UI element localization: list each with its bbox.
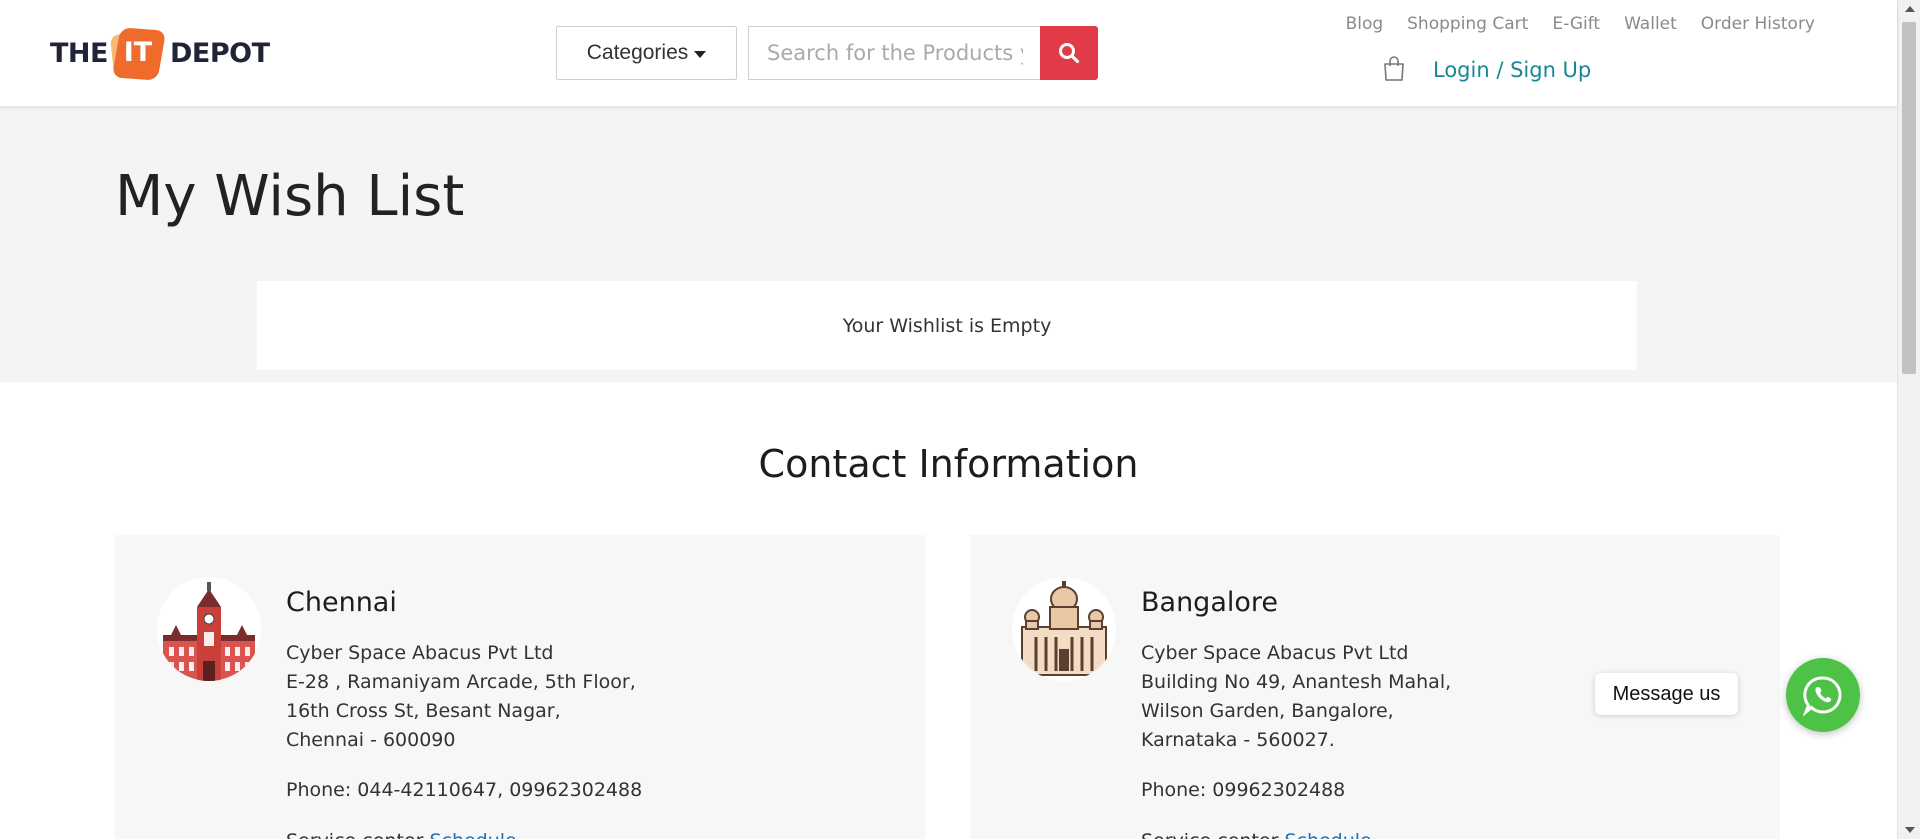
- wishlist-empty-message: Your Wishlist is Empty: [842, 314, 1052, 337]
- bangalore-palace-icon: [1012, 577, 1116, 681]
- card-phone: Phone: 09962302488: [1141, 779, 1346, 801]
- search-input[interactable]: [748, 26, 1041, 80]
- scroll-down-arrow-icon[interactable]: [1905, 827, 1915, 833]
- site-logo[interactable]: THE IT DEPOT: [50, 26, 270, 81]
- logo-word-the: THE: [50, 37, 108, 69]
- whatsapp-button[interactable]: [1786, 658, 1860, 732]
- top-nav: Blog Shopping Cart E-Gift Wallet Order H…: [1346, 14, 1815, 34]
- logo-word-depot: DEPOT: [169, 37, 270, 69]
- nav-blog[interactable]: Blog: [1346, 14, 1384, 34]
- nav-order-history[interactable]: Order History: [1701, 14, 1815, 34]
- contact-heading: Contact Information: [758, 442, 1139, 486]
- chennai-building-icon: [157, 577, 261, 681]
- card-city-name: Bangalore: [1141, 587, 1279, 618]
- service-prefix: Service center: [1141, 830, 1278, 839]
- logo-badge-text: IT: [123, 37, 153, 68]
- address-line-3: Chennai - 600090: [286, 729, 456, 751]
- wishlist-empty-box: Your Wishlist is Empty: [257, 281, 1637, 370]
- message-us-bubble[interactable]: Message us: [1595, 673, 1738, 715]
- card-address: Cyber Space Abacus Pvt Ltd Building No 4…: [1141, 639, 1451, 755]
- nav-e-gift[interactable]: E-Gift: [1552, 14, 1600, 34]
- categories-dropdown[interactable]: Categories: [556, 26, 737, 80]
- nav-shopping-cart[interactable]: Shopping Cart: [1407, 14, 1528, 34]
- page-title: My Wish List: [115, 164, 465, 229]
- card-phone: Phone: 044-42110647, 09962302488: [286, 779, 643, 801]
- address-line-2: 16th Cross St, Besant Nagar,: [286, 700, 561, 722]
- categories-label: Categories: [586, 41, 689, 64]
- wishlist-section: My Wish List Your Wishlist is Empty: [0, 106, 1897, 382]
- login-signup-link[interactable]: Login / Sign Up: [1433, 58, 1591, 82]
- card-service-line: Service center Schedule: [1141, 830, 1372, 839]
- caret-down-icon: [694, 50, 707, 58]
- card-city-name: Chennai: [286, 587, 397, 618]
- site-header: THE IT DEPOT Categories Blog Shopping Ca…: [0, 0, 1897, 106]
- scrollbar-thumb[interactable]: [1902, 22, 1916, 374]
- cart-icon[interactable]: [1382, 56, 1406, 82]
- card-address: Cyber Space Abacus Pvt Ltd E-28 , Ramani…: [286, 639, 636, 755]
- page-scrollbar[interactable]: [1897, 0, 1920, 839]
- service-prefix: Service center: [286, 830, 423, 839]
- nav-wallet[interactable]: Wallet: [1624, 14, 1677, 34]
- address-company: Cyber Space Abacus Pvt Ltd: [1141, 642, 1409, 664]
- address-line-3: Karnataka - 560027.: [1141, 729, 1335, 751]
- logo-badge: IT: [109, 27, 167, 81]
- address-company: Cyber Space Abacus Pvt Ltd: [286, 642, 554, 664]
- address-line-1: Building No 49, Anantesh Mahal,: [1141, 671, 1452, 693]
- address-line-1: E-28 , Ramaniyam Arcade, 5th Floor,: [286, 671, 636, 693]
- scroll-up-arrow-icon[interactable]: [1905, 6, 1915, 12]
- address-line-2: Wilson Garden, Bangalore,: [1141, 700, 1394, 722]
- search-icon: [1059, 43, 1080, 64]
- schedule-link[interactable]: Schedule: [1284, 830, 1371, 839]
- card-service-line: Service center Schedule: [286, 830, 517, 839]
- whatsapp-icon: [1802, 676, 1842, 716]
- message-us-label: Message us: [1612, 682, 1721, 705]
- search-button[interactable]: [1040, 26, 1098, 80]
- contact-card-chennai: Chennai Cyber Space Abacus Pvt Ltd E-28 …: [115, 535, 925, 839]
- schedule-link[interactable]: Schedule: [429, 830, 516, 839]
